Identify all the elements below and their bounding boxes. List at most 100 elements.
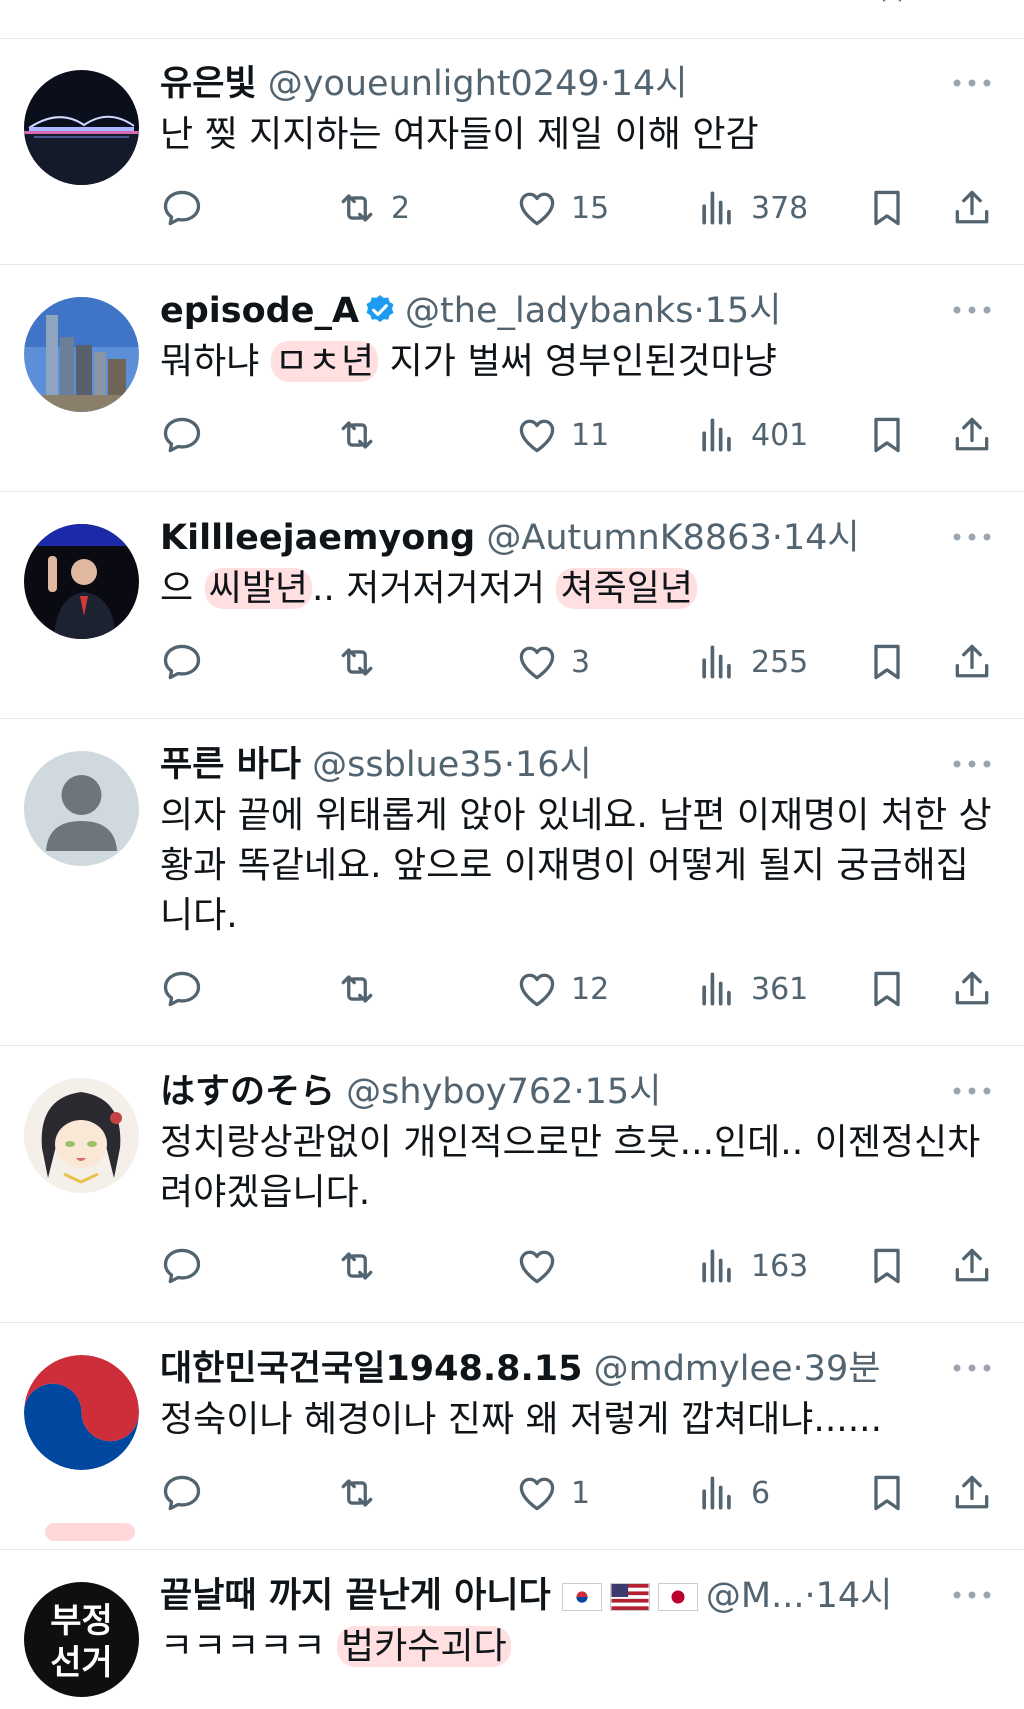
timestamp[interactable]: 16시 [515,745,592,785]
views-button[interactable]: 361 [695,965,808,1013]
share-button[interactable] [950,1242,994,1290]
more-icon[interactable] [948,68,996,98]
display-name[interactable]: 대한민국건국일1948.8.15 [160,1349,582,1389]
tweet[interactable]: Killleejaemyong @AutumnK8863·14시 으 씨발년..… [0,492,1024,719]
tweet[interactable]: episode_A @the_ladybanks·15시 뭐하냐 ㅁㅊ년 지가 벌… [0,265,1024,492]
person-waving-avatar [24,524,139,639]
retweet-button[interactable] [335,1469,379,1517]
tweet[interactable]: 푸른 바다 @ssblue35·16시 의자 끝에 위태롭게 앉아 있네요. 남… [0,719,1024,1046]
tweet-header: episode_A @the_ladybanks·15시 [160,289,944,333]
display-name[interactable]: Killleejaemyong [160,518,475,558]
reply-button[interactable] [160,965,204,1013]
bookmark-button[interactable] [865,638,909,686]
avatar[interactable] [24,70,139,185]
views-icon [695,1471,739,1515]
more-icon[interactable] [948,749,996,779]
tweet-text: 의자 끝에 위태롭게 앉아 있네요. 남편 이재명이 처한 상황과 똑같네요. … [160,795,992,936]
retweet-button[interactable] [335,1242,379,1290]
bookmark-button[interactable] [865,965,909,1013]
like-button[interactable] [515,1242,559,1290]
display-name[interactable]: 푸른 바다 [160,745,301,785]
like-button[interactable]: 15 [515,184,609,232]
views-button[interactable]: 6 [695,1469,770,1517]
like-button[interactable]: 12 [515,965,609,1013]
handle[interactable]: @AutumnK8863 [486,518,771,558]
more-icon[interactable] [948,295,996,325]
view-count: 401 [751,417,809,453]
handle[interactable]: @ssblue35 [312,745,504,785]
like-button[interactable]: 1 [515,1469,590,1517]
like-button[interactable]: 11 [515,411,609,459]
reply-button[interactable] [160,411,204,459]
tweet[interactable]: はすのそら @shyboy762·15시 정치랑상관없이 개인적으로만 흐뭇..… [0,1046,1024,1323]
reply-button[interactable] [160,184,204,232]
timestamp[interactable]: 14시 [611,64,688,104]
avatar[interactable] [24,297,139,412]
retweet-button[interactable] [335,638,379,686]
display-name[interactable]: 유은빛 [160,64,257,104]
reply-button[interactable] [160,1469,204,1517]
bookmark-button[interactable] [865,184,909,232]
avatar[interactable] [24,1355,139,1470]
reply-icon [160,967,204,1011]
bookmark-button[interactable] [865,1242,909,1290]
like-button[interactable]: 3 [515,638,590,686]
display-name[interactable]: 끝날때 까지 끝난게 아니다 [160,1576,551,1616]
views-button[interactable]: 163 [695,1242,808,1290]
tweet-text: 뭐하냐 ㅁㅊ년 지가 벌써 영부인된것마냥 [160,337,994,387]
share-button[interactable] [950,411,994,459]
avatar[interactable] [24,751,139,866]
views-icon [695,413,739,457]
retweet-button[interactable]: 2 [335,184,410,232]
views-button[interactable]: 378 [695,184,808,232]
views-icon [695,186,739,230]
timestamp[interactable]: 14시 [783,518,860,558]
more-icon[interactable] [948,1580,996,1610]
reply-button[interactable] [160,638,204,686]
handle[interactable]: @shyboy762 [346,1072,573,1112]
avatar[interactable] [24,1078,139,1193]
bookmark-button[interactable] [865,1469,909,1517]
views-button[interactable]: 401 [695,411,808,459]
share-icon [950,1244,994,1288]
more-icon[interactable] [948,1076,996,1106]
handle[interactable]: @mdmylee [594,1349,793,1389]
more-icon[interactable] [948,522,996,552]
heart-icon [515,967,559,1011]
anime-girl-avatar [24,1078,139,1193]
views-button[interactable]: 255 [695,638,808,686]
timestamp[interactable]: 39분 [804,1349,881,1389]
reply-icon-fragment [165,0,189,4]
handle[interactable]: @the_ladybanks [405,291,693,331]
timestamp[interactable]: 15시 [705,291,782,331]
display-name[interactable]: episode_A [160,291,359,331]
retweet-icon [335,1471,379,1515]
share-button[interactable] [950,184,994,232]
more-icon[interactable] [948,1353,996,1383]
timestamp[interactable]: 15시 [585,1072,662,1112]
retweet-button[interactable] [335,965,379,1013]
share-button[interactable] [950,1469,994,1517]
handle[interactable]: @M... [706,1576,805,1616]
view-count: 361 [751,971,809,1007]
avatar[interactable]: 부정 선거 [24,1582,139,1697]
tweet[interactable]: 유은빛 @youeunlight0249·14시 난 찢 지지하는 여자들이 제… [0,38,1024,265]
handle[interactable]: @youeunlight0249 [268,64,600,104]
action-bar: 12 361 [160,965,1004,1013]
display-name[interactable]: はすのそら [160,1072,335,1112]
timestamp[interactable]: 14시 [816,1576,893,1616]
retweet-icon [335,1244,379,1288]
views-icon [695,967,739,1011]
view-count: 255 [751,644,809,680]
taegeuk-avatar [24,1355,139,1470]
tweet[interactable]: 부정 선거 끝날때 까지 끝난게 아니다 @M...·14시 ㅋㅋㅋㅋㅋ 법카수… [0,1550,1024,1709]
reply-button[interactable] [160,1242,204,1290]
share-button[interactable] [950,638,994,686]
bookmark-button[interactable] [865,411,909,459]
share-button[interactable] [950,965,994,1013]
tweet[interactable]: 대한민국건국일1948.8.15 @mdmylee·39분 정숙이나 혜경이나 … [0,1323,1024,1550]
highlighted-text: 쳐죽일년 [556,568,697,609]
retweet-button[interactable] [335,411,379,459]
retweet-icon [335,967,379,1011]
avatar[interactable] [24,524,139,639]
